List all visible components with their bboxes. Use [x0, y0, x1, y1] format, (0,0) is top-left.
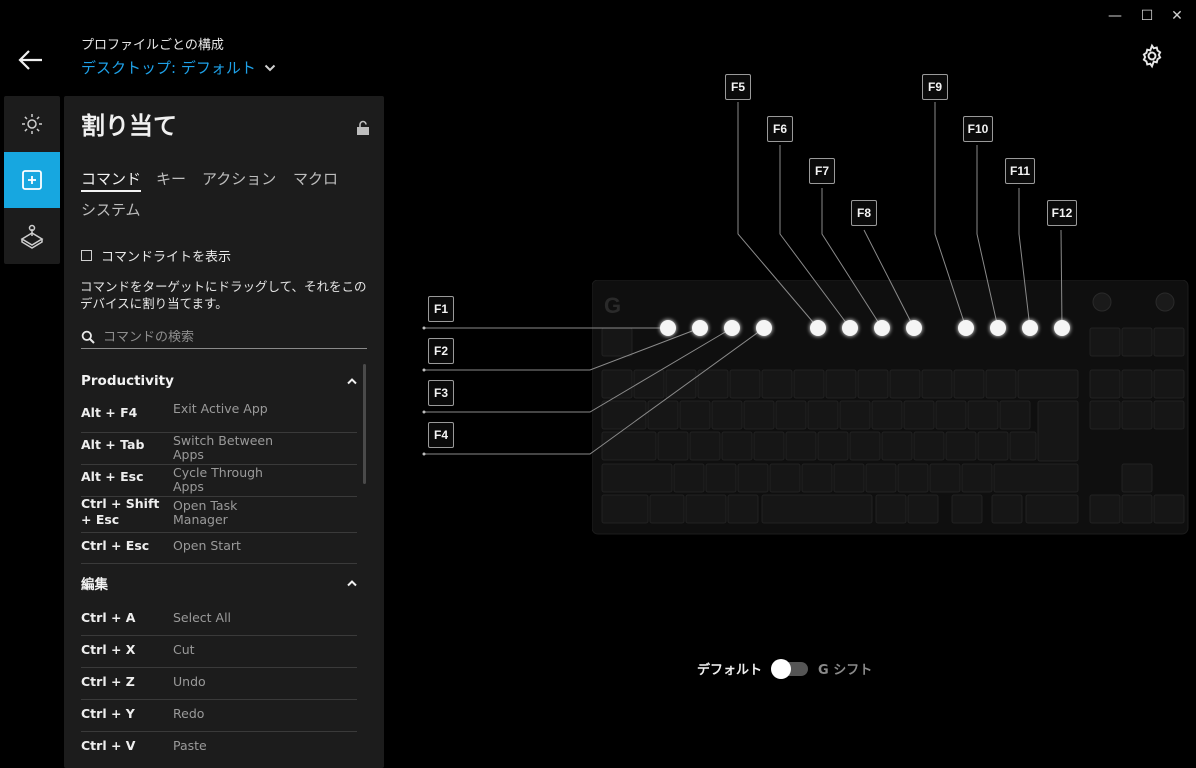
- gshift-mode-label: G シフト: [818, 663, 873, 678]
- default-mode-label: デフォルト: [697, 663, 763, 678]
- key-target-f4[interactable]: [756, 320, 772, 336]
- fkey-callout-f12[interactable]: F12: [1047, 200, 1077, 226]
- gshift-toggle-switch[interactable]: [771, 658, 809, 679]
- fkey-callout-f1[interactable]: F1: [428, 296, 454, 322]
- callout-lines: [422, 102, 1063, 456]
- key-target-f2[interactable]: [692, 320, 708, 336]
- key-target-f11[interactable]: [1022, 320, 1038, 336]
- key-target-f10[interactable]: [990, 320, 1006, 336]
- key-target-f3[interactable]: [724, 320, 740, 336]
- fkey-callout-f9[interactable]: F9: [922, 74, 948, 100]
- fkey-callout-f11[interactable]: F11: [1005, 158, 1035, 184]
- key-target-f1[interactable]: [660, 320, 676, 336]
- key-target-f5[interactable]: [810, 320, 826, 336]
- key-target-f6[interactable]: [842, 320, 858, 336]
- fkey-callout-f6[interactable]: F6: [767, 116, 793, 142]
- fkey-callout-f10[interactable]: F10: [963, 116, 993, 142]
- fkey-callout-f7[interactable]: F7: [809, 158, 835, 184]
- key-target-f7[interactable]: [874, 320, 890, 336]
- key-target-f8[interactable]: [906, 320, 922, 336]
- fkey-callout-f4[interactable]: F4: [428, 422, 454, 448]
- key-target-f9[interactable]: [958, 320, 974, 336]
- fkey-callout-f2[interactable]: F2: [428, 338, 454, 364]
- toggle-knob: [771, 658, 792, 679]
- fkey-callout-f8[interactable]: F8: [851, 200, 877, 226]
- gshift-mode-toggle: デフォルト G シフト: [697, 658, 873, 679]
- key-target-f12[interactable]: [1054, 320, 1070, 336]
- fkey-callout-f3[interactable]: F3: [428, 380, 454, 406]
- fkey-callout-f5[interactable]: F5: [725, 74, 751, 100]
